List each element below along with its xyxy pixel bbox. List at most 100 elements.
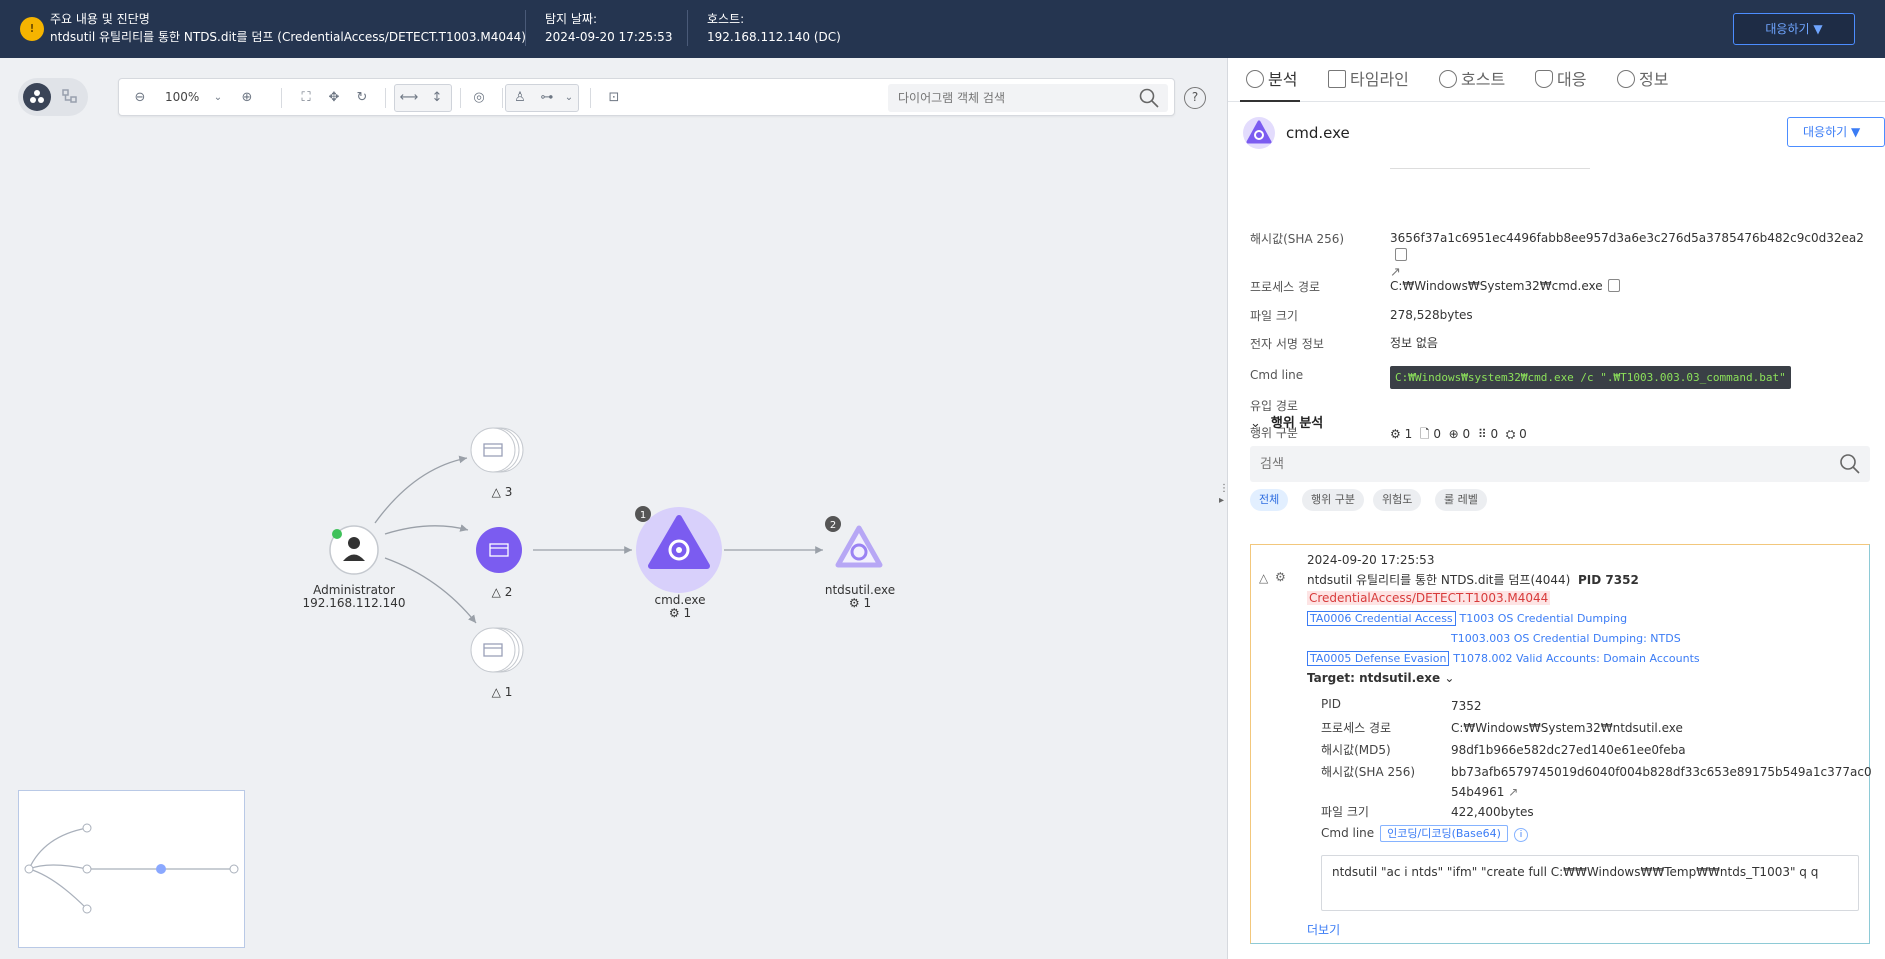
copy-icon[interactable] — [1607, 279, 1620, 292]
chevron-down-icon: ⌄ — [1444, 671, 1455, 685]
process-header: cmd.exe — [1242, 116, 1882, 152]
more-link[interactable]: 더보기 — [1307, 921, 1340, 938]
section-title: 행위 분석 — [1270, 416, 1324, 431]
panel-tabs: 분석 타임라인 호스트 대응 정보 — [1228, 58, 1885, 102]
prop-value: 278,528bytes — [1390, 308, 1473, 322]
respond-button[interactable]: 대응하기 ▼ — [1733, 13, 1855, 45]
filter-all[interactable]: 전체 — [1250, 489, 1289, 511]
target-prop-label: 해시값(SHA 256) — [1321, 765, 1416, 779]
registry-icon: ⠿ — [1477, 427, 1487, 441]
ntds-count-value: 1 — [863, 596, 872, 610]
detection-host: 호스트: 192.168.112.140 (DC) — [707, 10, 841, 46]
path-value: C:₩Windows₩System32₩cmd.exe — [1390, 279, 1603, 293]
behavior-analysis-header[interactable]: ⌄ 행위 분석 — [1250, 412, 1323, 431]
summary-value: ntdsutil 유틸리티를 통한 NTDS.dit를 덤프 (Credenti… — [50, 30, 526, 44]
group-count-label: △ 1 — [491, 685, 513, 699]
cmd-count: ⚙ 1 — [668, 606, 692, 620]
edge — [374, 455, 468, 524]
tab-analysis[interactable]: 분석 — [1246, 70, 1297, 90]
prop-value: 3656f37a1c6951ec4496fabb8ee957d3a6e3c276… — [1390, 230, 1864, 281]
target-prop-value: 54b4961 ↗ — [1451, 785, 1518, 799]
network-icon: ⊕ — [1448, 427, 1459, 441]
date-value: 2024-09-20 17:25:53 — [545, 30, 673, 44]
diagram-canvas[interactable]: ⊖ 100% ⌄ ⊕ ⛶ ✥ ↻ ⟷ ↕ ◎ ♙ ⊶ ⌄ ⊡ ? — [0, 58, 1227, 959]
technique-link[interactable]: T1078.002 Valid Accounts: Domain Account… — [1453, 652, 1699, 665]
tab-info[interactable]: 정보 — [1617, 70, 1668, 90]
timeline-icon — [1328, 70, 1346, 88]
rule-tag: CredentialAccess/DETECT.T1003.M4044 — [1307, 591, 1551, 605]
target-toggle[interactable]: Target: ntdsutil.exe ⌄ — [1307, 671, 1454, 685]
process-icon: ⚙ — [1390, 427, 1401, 441]
target-prop-value: C:₩Windows₩System32₩ntdsutil.exe — [1451, 721, 1683, 735]
module-icon: ⛭ — [1505, 427, 1516, 441]
copy-icon[interactable] — [1395, 248, 1407, 261]
info-icon — [1617, 70, 1635, 88]
tab-timeline[interactable]: 타임라인 — [1328, 70, 1409, 90]
host-icon — [1439, 70, 1457, 88]
count: 0 — [1433, 427, 1441, 441]
detection-date: 탐지 날짜: 2024-09-20 17:25:53 — [545, 10, 672, 46]
divider — [687, 10, 688, 46]
prop-label: Cmd line — [1250, 368, 1304, 382]
prop-label: 해시값(SHA 256) — [1250, 232, 1345, 246]
active-tab-indicator — [1240, 100, 1300, 102]
cmd-node-label: cmd.exe ⚙ 1 — [630, 594, 730, 620]
target-prop-value: bb73afb6579745019d6040f004b828df33c653e8… — [1451, 765, 1872, 779]
tactic-row: TA0006 Credential Access T1003 OS Creden… — [1307, 611, 1627, 626]
encode-decode-button[interactable]: 인코딩/디코딩(Base64) — [1380, 825, 1508, 842]
filter-risk[interactable]: 위험도 — [1373, 489, 1422, 511]
rule-row: CredentialAccess/DETECT.T1003.M4044 — [1307, 591, 1551, 605]
cmd-line-box[interactable]: ntdsutil "ac i ntds" "ifm" "create full … — [1321, 855, 1859, 911]
process-name: cmd.exe — [1286, 124, 1350, 142]
user-ip: 192.168.112.140 — [302, 596, 406, 610]
file-group-node — [470, 427, 524, 473]
target-prop-value: 98df1b966e582dc27ed140e61ee0feba — [1451, 743, 1686, 757]
target-prop-label: 프로세스 경로 — [1321, 721, 1392, 735]
tab-label: 분석 — [1268, 70, 1298, 89]
risk-icon: △ — [1259, 571, 1269, 585]
tab-label: 호스트 — [1461, 70, 1506, 89]
detection-summary: 주요 내용 및 진단명 ntdsutil 유틸리티를 통한 NTDS.dit를 … — [50, 10, 526, 46]
target-label: Target: ntdsutil.exe — [1307, 671, 1441, 685]
event-time: 2024-09-20 17:25:53 — [1307, 553, 1435, 567]
analysis-icon — [1246, 70, 1264, 88]
count: 0 — [1490, 427, 1499, 441]
tactic-tag[interactable]: TA0006 Credential Access — [1307, 611, 1456, 626]
count: 1 — [1404, 427, 1413, 441]
behavior-event-card[interactable]: △ ⚙ 2024-09-20 17:25:53 ntdsutil 유틸리티를 통… — [1250, 544, 1872, 944]
behavior-search-input[interactable] — [1250, 446, 1810, 482]
file-icon: 🗋 — [1419, 427, 1430, 441]
minimap-graph — [24, 823, 239, 914]
tactic-tag[interactable]: TA0005 Defense Evasion — [1307, 651, 1450, 666]
search-icon — [1840, 454, 1860, 474]
target-prop-value: 422,400bytes — [1451, 805, 1534, 819]
info-icon[interactable]: i — [1513, 828, 1528, 842]
event-pid: PID 7352 — [1578, 573, 1639, 587]
target-prop-value: 7352 — [1451, 699, 1482, 713]
target-prop-label: Cmd line — [1321, 826, 1375, 840]
panel-respond-button[interactable]: 대응하기 ▼ — [1787, 117, 1885, 147]
group-count: 2 — [504, 585, 513, 599]
shield-icon — [1535, 70, 1553, 88]
node-badge: 2 — [829, 520, 837, 531]
technique-link[interactable]: T1003 OS Credential Dumping — [1459, 612, 1627, 625]
prop-label: 전자 서명 정보 — [1250, 337, 1324, 351]
process-gear-icon — [1243, 117, 1275, 149]
technique-row: T1003.003 OS Credential Dumping: NTDS — [1451, 631, 1681, 645]
count: 0 — [1462, 427, 1471, 441]
target-prop-label: PID — [1321, 697, 1342, 711]
prop-value: C:₩Windows₩System32₩cmd.exe — [1390, 278, 1860, 295]
filter-rule-level[interactable]: 룰 레벨 — [1435, 489, 1487, 511]
technique-link[interactable]: T1003.003 OS Credential Dumping: NTDS — [1451, 632, 1681, 645]
minimap[interactable] — [18, 790, 245, 948]
tab-host[interactable]: 호스트 — [1439, 70, 1505, 90]
external-link-icon[interactable]: ↗ — [1508, 785, 1518, 799]
detail-panel: 분석 타임라인 호스트 대응 정보 cmd.exe 해시값(SHA 256) 3… — [1227, 58, 1885, 959]
behavior-counts: ⚙ 1 🗋 0 ⊕ 0 ⠿ 0 ⛭ 0 — [1390, 426, 1860, 443]
filter-behavior-type[interactable]: 행위 구분 — [1302, 489, 1364, 511]
file-group-node — [470, 627, 524, 673]
group-count: 3 — [504, 485, 513, 499]
date-label: 탐지 날짜: — [545, 12, 598, 26]
tab-response[interactable]: 대응 — [1535, 70, 1586, 90]
alert-icon: ! — [20, 17, 44, 41]
